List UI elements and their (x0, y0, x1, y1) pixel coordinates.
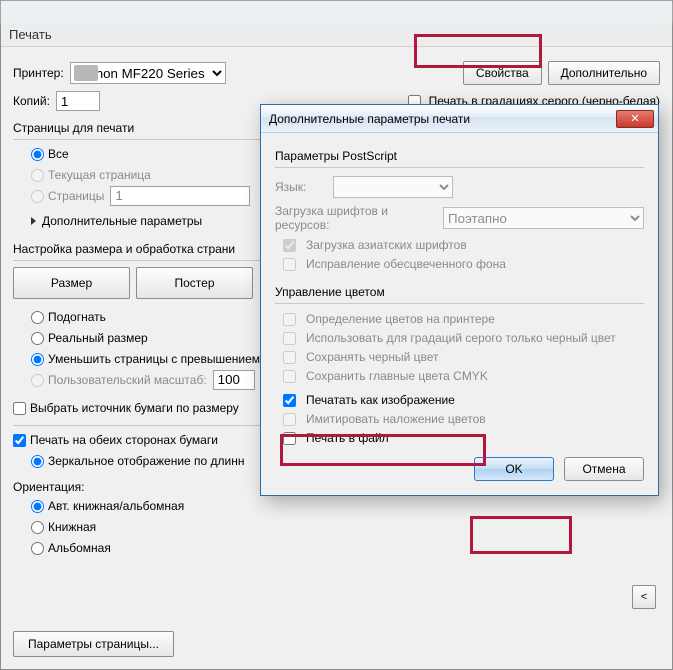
pages-range-row[interactable]: Страницы (31, 189, 104, 203)
detect-colors-checkbox (283, 313, 296, 326)
pages-all-row[interactable]: Все (31, 147, 69, 161)
orient-landscape-row[interactable]: Альбомная (31, 541, 111, 555)
mirror-row[interactable]: Зеркальное отображение по длинн (31, 454, 245, 468)
fit-row[interactable]: Подогнать (31, 310, 106, 324)
radio-custom-scale[interactable] (31, 374, 44, 387)
radio-actual[interactable] (31, 332, 44, 345)
keep-cmyk-checkbox (283, 370, 296, 383)
shrink-row[interactable]: Уменьшить страницы с превышением (31, 352, 260, 366)
copies-input[interactable] (56, 91, 100, 111)
modal-titlebar[interactable]: Дополнительные параметры печати ✕ (261, 105, 658, 133)
collapse-button[interactable]: < (632, 585, 656, 609)
lang-select (333, 176, 453, 198)
printer-label: Принтер: (13, 66, 64, 80)
page-setup-button[interactable]: Параметры страницы... (13, 631, 174, 657)
radio-fit[interactable] (31, 311, 44, 324)
simulate-overprint-checkbox (283, 413, 296, 426)
pages-current-row[interactable]: Текущая страница (31, 168, 151, 182)
print-title: Печать (1, 23, 672, 47)
gray-black-checkbox (283, 332, 296, 345)
orient-auto-row[interactable]: Авт. книжная/альбомная (31, 499, 184, 513)
radio-shrink[interactable] (31, 353, 44, 366)
cancel-button[interactable]: Отмена (564, 457, 644, 481)
printer-icon (74, 65, 98, 81)
close-icon: ✕ (630, 112, 639, 125)
toolbar-blurred (1, 1, 672, 23)
ok-button[interactable]: OK (474, 457, 554, 481)
print-as-image-checkbox[interactable] (283, 394, 296, 407)
chevron-right-icon (31, 217, 36, 225)
close-button[interactable]: ✕ (616, 110, 654, 128)
advanced-button[interactable]: Дополнительно (548, 61, 660, 85)
fix-bg-checkbox (283, 258, 296, 271)
radio-pages[interactable] (31, 190, 44, 203)
font-label: Загрузка шрифтов и ресурсов: (275, 204, 435, 232)
actual-row[interactable]: Реальный размер (31, 331, 148, 345)
paper-source-checkbox[interactable] (13, 402, 26, 415)
scale-input[interactable] (213, 370, 255, 390)
poster-button[interactable]: Постер (136, 267, 253, 299)
duplex-checkbox[interactable] (13, 434, 26, 447)
radio-current[interactable] (31, 169, 44, 182)
radio-mirror[interactable] (31, 455, 44, 468)
lang-label: Язык: (275, 180, 325, 194)
ps-group-title: Параметры PostScript (275, 149, 644, 163)
duplex-row[interactable]: Печать на обеих сторонах бумаги (13, 433, 218, 447)
font-select: Поэтапно (443, 207, 644, 229)
asian-fonts-checkbox (283, 239, 296, 252)
modal-title: Дополнительные параметры печати (269, 112, 616, 126)
paper-source-row[interactable]: Выбрать источник бумаги по размеру (13, 401, 239, 415)
radio-orient-auto[interactable] (31, 500, 44, 513)
advanced-print-dialog: Дополнительные параметры печати ✕ Параме… (260, 104, 659, 496)
orient-portrait-row[interactable]: Книжная (31, 520, 96, 534)
properties-button[interactable]: Свойства (463, 61, 542, 85)
radio-orient-landscape[interactable] (31, 542, 44, 555)
size-button[interactable]: Размер (13, 267, 130, 299)
color-group-title: Управление цветом (275, 285, 644, 299)
print-to-file-checkbox[interactable] (283, 432, 296, 445)
keep-black-checkbox (283, 351, 296, 364)
custom-scale-row[interactable]: Пользовательский масштаб: (31, 373, 207, 387)
radio-all[interactable] (31, 148, 44, 161)
chevron-left-icon: < (641, 591, 647, 603)
copies-label: Копий: (13, 94, 50, 108)
radio-orient-portrait[interactable] (31, 521, 44, 534)
pages-input[interactable] (110, 186, 250, 206)
